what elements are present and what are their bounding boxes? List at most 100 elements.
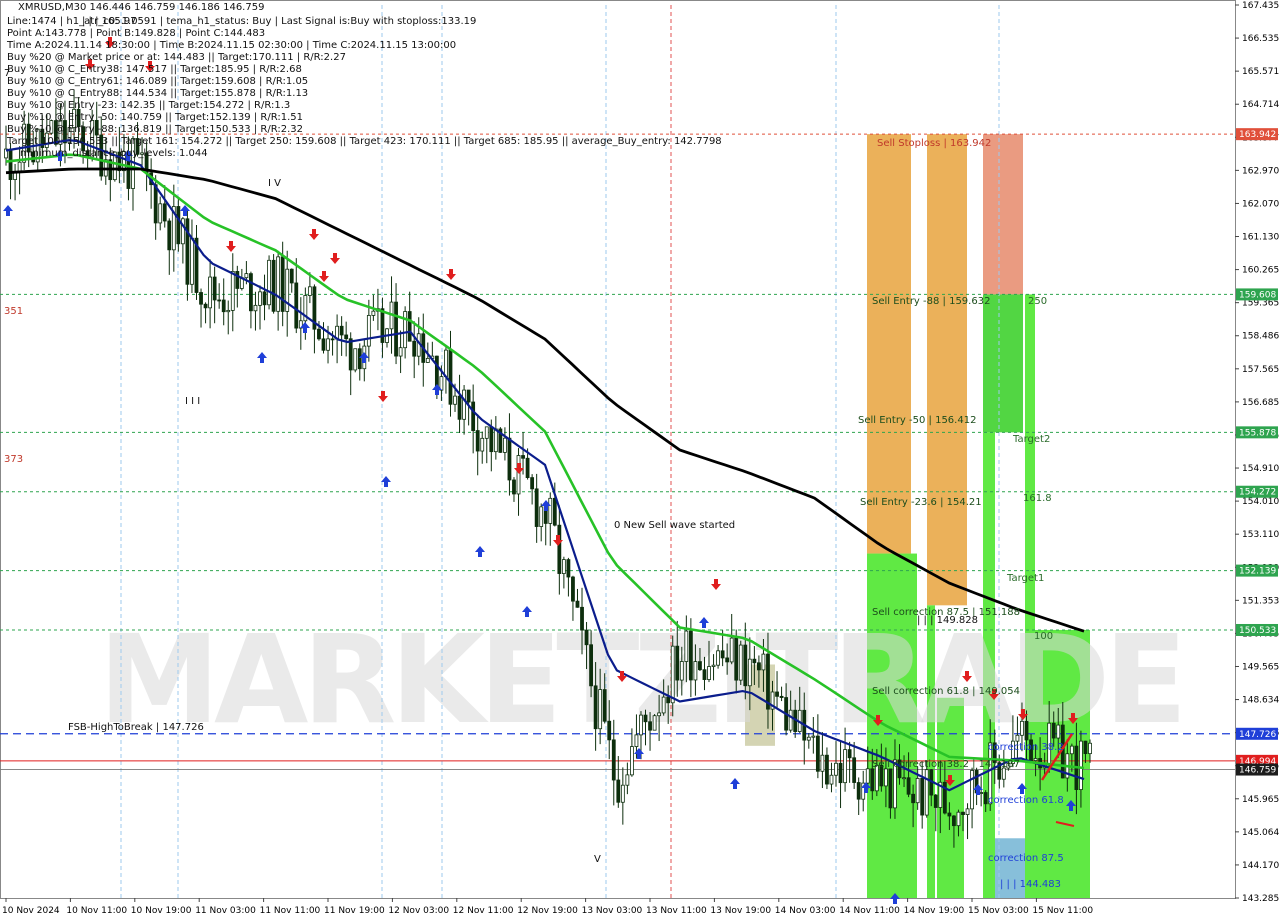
candle-body — [920, 778, 925, 816]
candle-body — [444, 349, 448, 378]
info-line-0: Line:1474 | h1_atr_c0: 1.0591 | tema_h1_… — [7, 16, 477, 27]
candle-body — [961, 811, 965, 815]
candle-body — [457, 395, 462, 420]
candle-body — [698, 661, 702, 671]
candle-body — [253, 304, 258, 312]
candle-body — [625, 774, 630, 786]
candle-body — [1033, 758, 1038, 762]
price-tick-label: 162.970 — [1242, 166, 1279, 176]
candle-body — [639, 714, 643, 736]
price-tag-label: 155.878 — [1239, 428, 1276, 438]
time-label: 13 Nov 03:00 — [582, 906, 643, 916]
info-line-8: Buy %10 @ Entry -50: 140.759 || Target:1… — [7, 112, 303, 123]
price-tick-label: 153.110 — [1242, 530, 1279, 540]
zone-stoploss-2 — [927, 134, 967, 606]
time-label: 10 Nov 2024 — [2, 906, 60, 916]
candle-body — [271, 259, 276, 312]
price-tick-label: 167.435 — [1242, 1, 1279, 11]
price-tick-label: 154.010 — [1242, 497, 1279, 507]
sell-corr-61-label: Sell correction 61.8 | 149.054 — [872, 686, 1020, 697]
candle-body — [707, 666, 711, 680]
candle-body — [906, 777, 911, 795]
candle-body — [738, 644, 743, 681]
price-tick-label: 156.685 — [1242, 398, 1279, 408]
info-line-5: Buy %10 @ C_Entry61: 146.089 || Target:1… — [7, 76, 309, 87]
price-tag-label: 163.942 — [1239, 130, 1276, 140]
candle-body — [820, 754, 825, 772]
candle-body — [788, 709, 793, 731]
candle-body — [702, 669, 707, 680]
price-tick-label: 148.634 — [1242, 696, 1279, 706]
time-label: 12 Nov 19:00 — [517, 906, 578, 916]
candle-body — [249, 273, 253, 312]
info-line-1: Point A:143.778 | Point B:149.828 | Poin… — [7, 28, 266, 39]
candle-body — [525, 457, 530, 479]
candle-body — [1015, 734, 1020, 742]
candle-body — [153, 184, 158, 224]
candle-body — [176, 206, 181, 245]
candle-body — [230, 271, 235, 311]
price-tick-label: 151.353 — [1242, 596, 1279, 606]
candle-body — [366, 315, 371, 347]
zone-stoploss-3 — [983, 134, 1023, 295]
candle-body — [811, 735, 816, 738]
candle-body — [357, 348, 362, 370]
candle-body — [634, 734, 639, 747]
candle-body — [339, 325, 344, 336]
target1-label: Target1 — [1006, 573, 1044, 584]
left-marker-373: 373 — [4, 454, 23, 465]
time-label: 10 Nov 19:00 — [131, 906, 192, 916]
candle-body — [280, 256, 285, 312]
zone-stoploss-1 — [867, 134, 911, 554]
candle-body — [484, 426, 489, 439]
candle-body — [489, 426, 494, 453]
wave-iii-label: I I I — [185, 396, 200, 407]
candle-body — [679, 661, 684, 681]
candle-body — [512, 479, 516, 495]
candle-body — [720, 650, 725, 659]
candle-body — [670, 645, 675, 704]
candle-body — [471, 401, 476, 431]
candle-body — [902, 777, 906, 780]
candle-body — [221, 299, 226, 313]
info-line-2: Time A:2024.11.14 18:30:00 | Time B:2024… — [7, 40, 457, 51]
candle-body — [507, 437, 512, 481]
time-label: 12 Nov 03:00 — [388, 906, 449, 916]
candle-body — [289, 268, 294, 284]
price-tick-label: 144.170 — [1242, 861, 1279, 871]
candle-body — [412, 340, 417, 357]
candle-body — [847, 749, 852, 759]
candle-body — [856, 782, 861, 800]
time-label: 15 Nov 11:00 — [1032, 906, 1093, 916]
price-tick-label: 154.910 — [1242, 464, 1279, 474]
price-tick-label: 164.714 — [1242, 100, 1279, 110]
candle-body — [888, 768, 893, 809]
candle-body — [747, 658, 752, 687]
price-tick-label: 143.285 — [1242, 894, 1279, 904]
candle-body — [1024, 720, 1029, 741]
point-b-label: | | | 149.828 — [917, 615, 978, 626]
candle-body — [933, 794, 938, 808]
candle-body — [226, 309, 231, 313]
price-tick-label: 166.535 — [1242, 34, 1279, 44]
candle-body — [534, 488, 539, 527]
time-label: 15 Nov 03:00 — [968, 906, 1029, 916]
candle-body — [752, 658, 757, 664]
time-label: 13 Nov 19:00 — [710, 906, 771, 916]
candle-body — [870, 768, 875, 792]
candle-body — [453, 395, 457, 405]
price-tag-label: 147.726 — [1239, 730, 1276, 740]
candle-body — [815, 735, 820, 772]
time-label: 13 Nov 11:00 — [646, 906, 707, 916]
sell-entry-88-label: Sell Entry -88 | 159.632 — [872, 296, 990, 307]
candle-body — [965, 808, 970, 815]
candle-body — [466, 389, 471, 403]
candle-body — [580, 606, 584, 631]
candle-body — [766, 653, 770, 710]
sell-entry-23-label: Sell Entry -23.6 | 154.21 — [860, 497, 982, 508]
correction-87-label: correction 87.5 — [988, 853, 1064, 864]
candle-body — [353, 348, 358, 371]
candle-body — [475, 430, 480, 452]
time-label: 14 Nov 19:00 — [904, 906, 965, 916]
candle-body — [1088, 742, 1092, 755]
